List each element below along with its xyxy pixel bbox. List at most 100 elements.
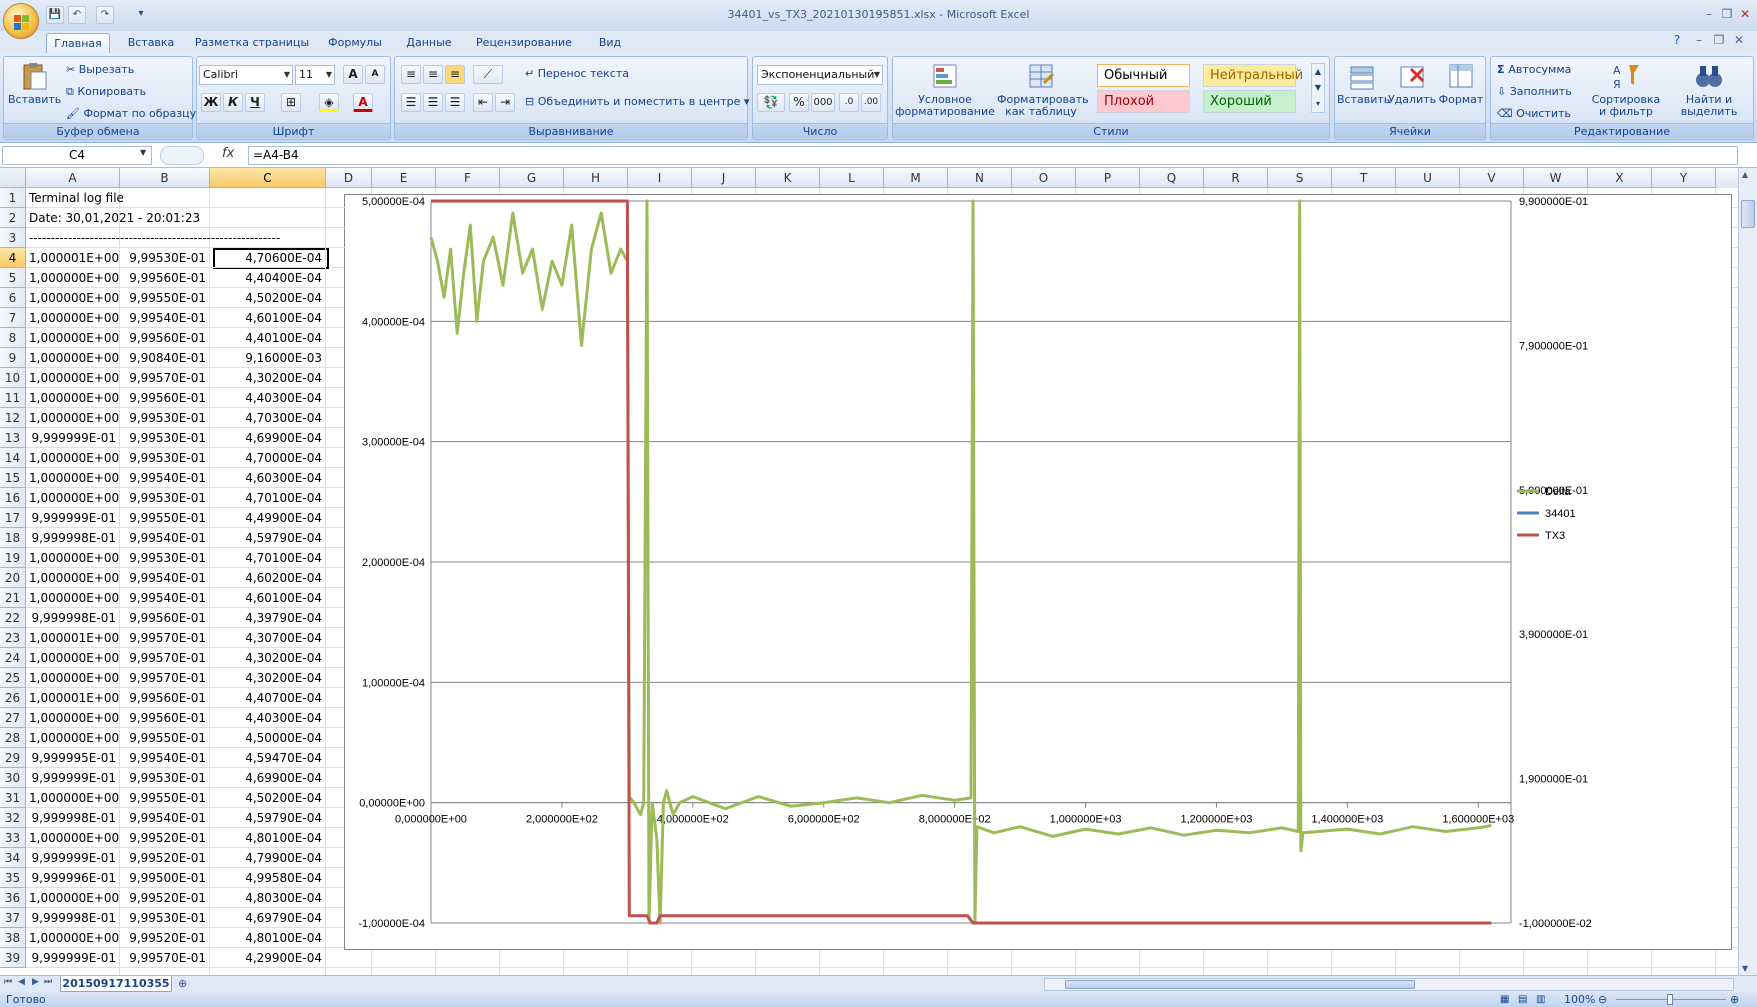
- column-header-v[interactable]: V: [1460, 168, 1524, 188]
- cell-c10[interactable]: 4,30200E-04: [210, 368, 326, 388]
- tab-data[interactable]: Данные: [398, 33, 460, 53]
- cell-a16[interactable]: 1,000000E+00: [26, 488, 120, 508]
- column-header-k[interactable]: K: [756, 168, 820, 188]
- row-header[interactable]: 11: [0, 388, 26, 408]
- cell-a15[interactable]: 1,000000E+00: [26, 468, 120, 488]
- insert-function-icon[interactable]: fx: [222, 146, 234, 161]
- last-sheet-icon[interactable]: ⏭: [44, 977, 52, 987]
- row-header[interactable]: 14: [0, 448, 26, 468]
- align-center-icon[interactable]: ☰: [423, 93, 443, 112]
- cell-b25[interactable]: 9,99570E-01: [120, 668, 210, 688]
- help-icon[interactable]: ?: [1668, 33, 1686, 47]
- cell-c30[interactable]: 4,69900E-04: [210, 768, 326, 788]
- cell-a36[interactable]: 1,000000E+00: [26, 888, 120, 908]
- cell-a32[interactable]: 9,999998E-01: [26, 808, 120, 828]
- cell-c25[interactable]: 4,30200E-04: [210, 668, 326, 688]
- cell-b12[interactable]: 9,99530E-01: [120, 408, 210, 428]
- row-header[interactable]: 20: [0, 568, 26, 588]
- cell-b9[interactable]: 9,90840E-01: [120, 348, 210, 368]
- cell-c28[interactable]: 4,50000E-04: [210, 728, 326, 748]
- grow-font-button[interactable]: A: [343, 65, 363, 84]
- zoom-level[interactable]: 100%: [1564, 992, 1595, 1007]
- decrease-indent-icon[interactable]: ⇤: [473, 93, 493, 112]
- increase-decimal-icon[interactable]: .0: [839, 93, 859, 112]
- font-color-button[interactable]: A: [353, 93, 373, 112]
- cell-b19[interactable]: 9,99530E-01: [120, 548, 210, 568]
- tab-formulas[interactable]: Формулы: [320, 33, 390, 53]
- format-cells-button[interactable]: Формат: [1437, 61, 1485, 106]
- cell-b35[interactable]: 9,99500E-01: [120, 868, 210, 888]
- cell-a3[interactable]: ----------------------------------------…: [26, 228, 346, 248]
- row-header[interactable]: 26: [0, 688, 26, 708]
- row-header[interactable]: 30: [0, 768, 26, 788]
- cell-b23[interactable]: 9,99570E-01: [120, 628, 210, 648]
- name-box[interactable]: C4: [2, 146, 152, 165]
- column-header-j[interactable]: J: [692, 168, 756, 188]
- clear-button[interactable]: ⌫ Очистить: [1497, 107, 1571, 120]
- cell-b26[interactable]: 9,99560E-01: [120, 688, 210, 708]
- cell-b6[interactable]: 9,99550E-01: [120, 288, 210, 308]
- align-bottom-icon[interactable]: ≡: [445, 65, 465, 84]
- row-header[interactable]: 2: [0, 208, 26, 228]
- cell-a4[interactable]: 1,000001E+00: [26, 248, 120, 268]
- insert-sheet-icon[interactable]: ⊕: [178, 977, 187, 990]
- cell-a31[interactable]: 1,000000E+00: [26, 788, 120, 808]
- cell-a8[interactable]: 1,000000E+00: [26, 328, 120, 348]
- column-header-b[interactable]: B: [120, 168, 210, 188]
- row-header[interactable]: 6: [0, 288, 26, 308]
- cell-a13[interactable]: 9,999999E-01: [26, 428, 120, 448]
- column-header-i[interactable]: I: [628, 168, 692, 188]
- page-break-view-icon[interactable]: ▥: [1536, 992, 1545, 1007]
- fill-button[interactable]: ⇩ Заполнить: [1497, 85, 1572, 98]
- cell-c17[interactable]: 4,49900E-04: [210, 508, 326, 528]
- row-header[interactable]: 31: [0, 788, 26, 808]
- row-header[interactable]: 12: [0, 408, 26, 428]
- wrap-text-button[interactable]: ↵ Перенос текста: [525, 67, 629, 80]
- cell-a18[interactable]: 9,999998E-01: [26, 528, 120, 548]
- cell-c38[interactable]: 4,80100E-04: [210, 928, 326, 948]
- row-header[interactable]: 24: [0, 648, 26, 668]
- close-button[interactable]: ✕: [1736, 7, 1754, 21]
- cell-c23[interactable]: 4,30700E-04: [210, 628, 326, 648]
- office-button[interactable]: [3, 3, 39, 39]
- align-top-icon[interactable]: ≡: [401, 65, 421, 84]
- cell-a30[interactable]: 9,999999E-01: [26, 768, 120, 788]
- cell-c14[interactable]: 4,70000E-04: [210, 448, 326, 468]
- cell-a35[interactable]: 9,999996E-01: [26, 868, 120, 888]
- row-header[interactable]: 28: [0, 728, 26, 748]
- currency-icon[interactable]: 💱: [757, 93, 785, 112]
- row-header[interactable]: 4: [0, 248, 26, 268]
- cell-a37[interactable]: 9,999998E-01: [26, 908, 120, 928]
- cell-b8[interactable]: 9,99560E-01: [120, 328, 210, 348]
- cell-a34[interactable]: 9,999999E-01: [26, 848, 120, 868]
- row-header[interactable]: 16: [0, 488, 26, 508]
- row-header[interactable]: 17: [0, 508, 26, 528]
- redo-icon[interactable]: ↷: [96, 6, 114, 24]
- horizontal-scrollbar[interactable]: [1044, 978, 1734, 991]
- align-right-icon[interactable]: ☰: [445, 93, 465, 112]
- cell-a28[interactable]: 1,000000E+00: [26, 728, 120, 748]
- column-header-o[interactable]: O: [1012, 168, 1076, 188]
- align-left-icon[interactable]: ☰: [401, 93, 421, 112]
- page-layout-view-icon[interactable]: ▤: [1518, 992, 1527, 1007]
- copy-button[interactable]: ⧉ Копировать: [66, 85, 146, 99]
- vertical-scrollbar[interactable]: ▲ ▼: [1738, 168, 1757, 975]
- cell-a25[interactable]: 1,000000E+00: [26, 668, 120, 688]
- cell-c39[interactable]: 4,29900E-04: [210, 948, 326, 968]
- cell-c5[interactable]: 4,40400E-04: [210, 268, 326, 288]
- scroll-down-icon[interactable]: ▼: [1742, 964, 1748, 973]
- column-header-q[interactable]: Q: [1140, 168, 1204, 188]
- column-header-e[interactable]: E: [372, 168, 436, 188]
- format-as-table-button[interactable]: Форматировать как таблицу: [997, 61, 1089, 118]
- cell-c18[interactable]: 4,59790E-04: [210, 528, 326, 548]
- zoom-out-icon[interactable]: ⊖: [1598, 992, 1607, 1007]
- row-header[interactable]: 21: [0, 588, 26, 608]
- chart[interactable]: 5,00000E-04 4,00000E-04 3,00000E-04 2,00000…: [344, 194, 1732, 950]
- cell-a11[interactable]: 1,000000E+00: [26, 388, 120, 408]
- cell-a27[interactable]: 1,000000E+00: [26, 708, 120, 728]
- cell-c22[interactable]: 4,39790E-04: [210, 608, 326, 628]
- cell-b10[interactable]: 9,99570E-01: [120, 368, 210, 388]
- shrink-font-button[interactable]: A: [365, 65, 385, 84]
- column-header-s[interactable]: S: [1268, 168, 1332, 188]
- zoom-slider-thumb[interactable]: [1667, 994, 1673, 1005]
